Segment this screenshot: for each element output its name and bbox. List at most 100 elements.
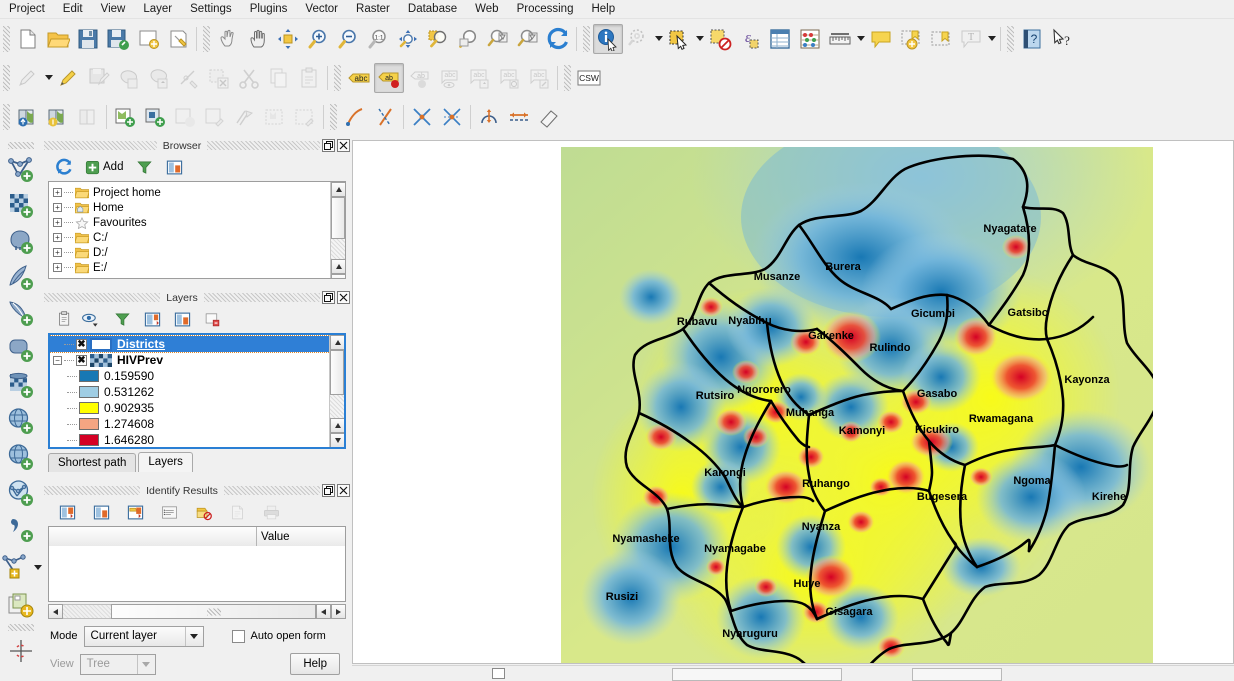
select-features-icon[interactable] xyxy=(664,24,694,54)
select-by-expression-icon[interactable]: ε xyxy=(735,24,765,54)
scroll-right-button[interactable] xyxy=(331,604,346,619)
toolbar-grip[interactable] xyxy=(3,64,10,91)
legend-class-item[interactable]: 1.274608 xyxy=(50,416,344,432)
expand-new-results-button[interactable] xyxy=(121,499,149,525)
print-response-button[interactable] xyxy=(257,499,285,525)
new-print-layout-icon[interactable] xyxy=(133,24,163,54)
layer-labeling-icon[interactable]: abc xyxy=(344,63,374,93)
layer-item-districts[interactable]: ✖ Districts xyxy=(50,335,344,353)
new-virtual-layer-icon[interactable] xyxy=(4,588,38,622)
scroll-left-button-2[interactable] xyxy=(316,604,331,619)
scroll-track[interactable] xyxy=(330,395,344,418)
pan-to-selection-icon[interactable] xyxy=(273,24,303,54)
toolbar-grip[interactable] xyxy=(203,25,210,52)
snapping-options-icon[interactable] xyxy=(4,634,38,668)
zoom-native-icon[interactable]: 1:1 xyxy=(363,24,393,54)
layer-visibility-checkbox[interactable]: ✖ xyxy=(76,338,87,350)
eraser-icon[interactable] xyxy=(534,102,564,132)
identify-undock-button[interactable] xyxy=(322,484,336,497)
menu-item-help[interactable]: Help xyxy=(582,1,624,17)
deselect-features-icon[interactable] xyxy=(705,24,735,54)
layer-visibility-checkbox[interactable]: ✖ xyxy=(76,354,87,366)
paste-features-icon[interactable] xyxy=(294,63,324,93)
scroll-left-button[interactable] xyxy=(48,604,63,619)
change-label-icon[interactable]: abc xyxy=(524,63,554,93)
render-checkbox[interactable] xyxy=(492,668,505,679)
expand-icon[interactable]: + xyxy=(53,263,62,272)
pin-labels-icon[interactable]: ab xyxy=(404,63,434,93)
expand-all-button[interactable] xyxy=(168,306,196,332)
zoom-full-icon[interactable] xyxy=(393,24,423,54)
move-feature-icon[interactable] xyxy=(144,63,174,93)
zoom-in-icon[interactable] xyxy=(303,24,333,54)
expand-icon[interactable]: + xyxy=(53,233,62,242)
add-feature-icon[interactable] xyxy=(114,63,144,93)
collapse-icon[interactable]: − xyxy=(53,355,62,365)
array-translate-icon[interactable] xyxy=(474,102,504,132)
browser-tree[interactable]: + Project home + Home + Favourites + C:/ + D:/ + E:… xyxy=(48,181,346,279)
map-canvas[interactable]: Nyagatare Burera Musanze Gicumbi Gatsibo Ruba… xyxy=(352,140,1234,664)
offset-curve-icon[interactable] xyxy=(340,102,370,132)
expand-icon[interactable]: + xyxy=(53,248,62,257)
chevron-down-icon[interactable] xyxy=(855,24,866,54)
browser-tree-item[interactable]: + E:/ xyxy=(49,260,345,275)
chevron-down-icon[interactable] xyxy=(33,552,44,582)
toolbar-grip[interactable] xyxy=(8,142,34,149)
panel-tab-layers[interactable]: Layers xyxy=(138,452,193,472)
text-annotation-icon[interactable]: T xyxy=(956,24,986,54)
legend-class-item[interactable]: 0.159590 xyxy=(50,368,344,384)
add-new-layer-icon[interactable] xyxy=(110,102,140,132)
zoom-last-icon[interactable] xyxy=(483,24,513,54)
copy-features-icon[interactable] xyxy=(264,63,294,93)
zoom-to-selection-icon[interactable] xyxy=(423,24,453,54)
expand-icon[interactable]: + xyxy=(53,188,62,197)
chevron-down-icon[interactable] xyxy=(43,63,54,93)
refresh-browser-button[interactable] xyxy=(50,154,78,180)
open-layer-styling-panel-button[interactable] xyxy=(50,306,78,332)
add-selected-layers-button[interactable]: Add xyxy=(80,154,128,180)
identify-features-icon[interactable] xyxy=(593,23,623,54)
clear-layers-icon[interactable] xyxy=(73,102,103,132)
rwanda-hiv-heatmap-raster[interactable]: Nyagatare Burera Musanze Gicumbi Gatsibo Ruba… xyxy=(561,147,1153,664)
new-bookmark-icon[interactable] xyxy=(896,24,926,54)
browser-close-button[interactable] xyxy=(337,139,351,152)
layers-undock-button[interactable] xyxy=(322,291,336,304)
trim-extend-icon[interactable] xyxy=(407,102,437,132)
add-delimited-text-layer-icon[interactable] xyxy=(4,512,38,546)
save-layer-edits-icon[interactable] xyxy=(84,63,114,93)
browser-tree-item[interactable]: + C:/ xyxy=(49,230,345,245)
run-feature-action-icon[interactable] xyxy=(623,24,653,54)
chevron-down-icon[interactable] xyxy=(694,24,705,54)
toggle-editing-icon[interactable] xyxy=(13,63,43,93)
scale-field[interactable] xyxy=(912,668,1002,681)
select-layer-icon[interactable] xyxy=(260,102,290,132)
rotate-label-icon[interactable]: abc xyxy=(494,63,524,93)
add-db2-layer-icon[interactable] xyxy=(4,332,38,366)
menu-item-settings[interactable]: Settings xyxy=(181,1,241,17)
menu-item-processing[interactable]: Processing xyxy=(508,1,583,17)
expand-icon[interactable]: + xyxy=(53,218,62,227)
cut-features-icon[interactable] xyxy=(234,63,264,93)
add-oracle-layer-icon[interactable] xyxy=(4,368,38,402)
expand-tree-button[interactable] xyxy=(53,499,81,525)
statistical-summary-icon[interactable] xyxy=(795,24,825,54)
refresh-icon[interactable] xyxy=(543,24,573,54)
edit-layer-icon[interactable] xyxy=(170,102,200,132)
node-tool-icon[interactable] xyxy=(174,63,204,93)
toolbar-grip[interactable] xyxy=(3,25,10,52)
scroll-down-button[interactable] xyxy=(330,433,344,447)
toolbar-grip[interactable] xyxy=(564,64,571,91)
add-postgis-layer-icon[interactable] xyxy=(4,224,38,258)
show-bookmarks-icon[interactable] xyxy=(926,24,956,54)
move-label-icon[interactable]: abc xyxy=(464,63,494,93)
identify-results-table-body[interactable] xyxy=(48,546,346,602)
map-tips-icon[interactable] xyxy=(866,24,896,54)
delete-selected-icon[interactable] xyxy=(204,63,234,93)
toolbar-overflow-icon[interactable] xyxy=(4,670,38,681)
pan-map-touch-icon[interactable] xyxy=(213,24,243,54)
remove-layer-button[interactable] xyxy=(198,306,226,332)
edit-selection-icon[interactable] xyxy=(290,102,320,132)
scroll-thumb[interactable] xyxy=(330,350,344,395)
menu-item-database[interactable]: Database xyxy=(399,1,466,17)
identify-close-button[interactable] xyxy=(337,484,351,497)
